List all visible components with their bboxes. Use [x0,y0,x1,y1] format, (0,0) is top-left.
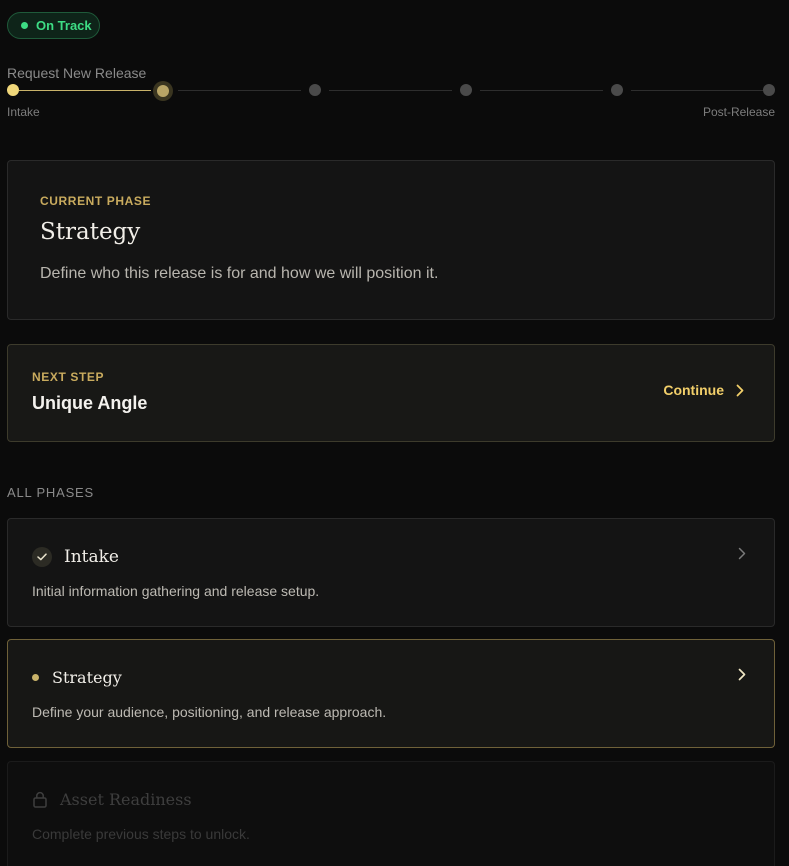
phase-item-asset-readiness: Asset Readiness Complete previous steps … [7,761,775,866]
continue-button[interactable]: Continue [663,382,744,398]
stepper-end-label: Post-Release [702,105,775,119]
phase-description: Define your audience, positioning, and r… [32,704,387,720]
current-phase-eyebrow: CURRENT PHASE [40,194,152,208]
stepper-start-label: Intake [7,105,40,119]
next-step-eyebrow: NEXT STEP [32,370,105,384]
phase-title: Asset Readiness [60,790,192,809]
current-phase-description: Define who this release is for and how w… [40,265,439,282]
chevron-right-icon [738,547,746,560]
status-dot-icon [21,22,28,29]
stepper-connector [178,90,301,91]
stepper-dot-5 [611,84,623,96]
next-step-title: Unique Angle [32,393,148,413]
current-phase-title: Strategy [40,219,141,245]
phase-item-strategy[interactable]: Strategy Define your audience, positioni… [7,639,775,748]
all-phases-label: ALL PHASES [7,485,95,500]
phase-description: Complete previous steps to unlock. [32,826,250,842]
phase-description: Initial information gathering and releas… [32,583,320,599]
release-title: Request New Release [7,65,147,81]
progress-stepper [7,81,775,101]
stepper-dot-4 [460,84,472,96]
stepper-dot-post-release [763,84,775,96]
stepper-dot-intake[interactable] [7,84,19,96]
next-step-card[interactable]: NEXT STEP Unique Angle Continue [7,344,775,442]
status-badge: On Track [7,12,100,39]
phase-title: Intake [64,547,119,567]
phase-item-intake[interactable]: Intake Initial information gathering and… [7,518,775,627]
check-icon [32,547,52,567]
lock-icon [33,791,47,808]
phase-title: Strategy [52,668,122,687]
stepper-connector [480,90,603,91]
stepper-connector [19,90,151,91]
status-label: On Track [36,18,92,33]
stepper-dot-3 [309,84,321,96]
current-phase-card: CURRENT PHASE Strategy Define who this r… [7,160,775,320]
stepper-connector [631,90,763,91]
chevron-right-icon [736,384,744,396]
dot-icon [32,674,39,681]
chevron-right-icon [738,668,746,681]
stepper-dot-strategy[interactable] [153,81,173,101]
stepper-connector [329,90,452,91]
continue-label: Continue [663,382,724,398]
